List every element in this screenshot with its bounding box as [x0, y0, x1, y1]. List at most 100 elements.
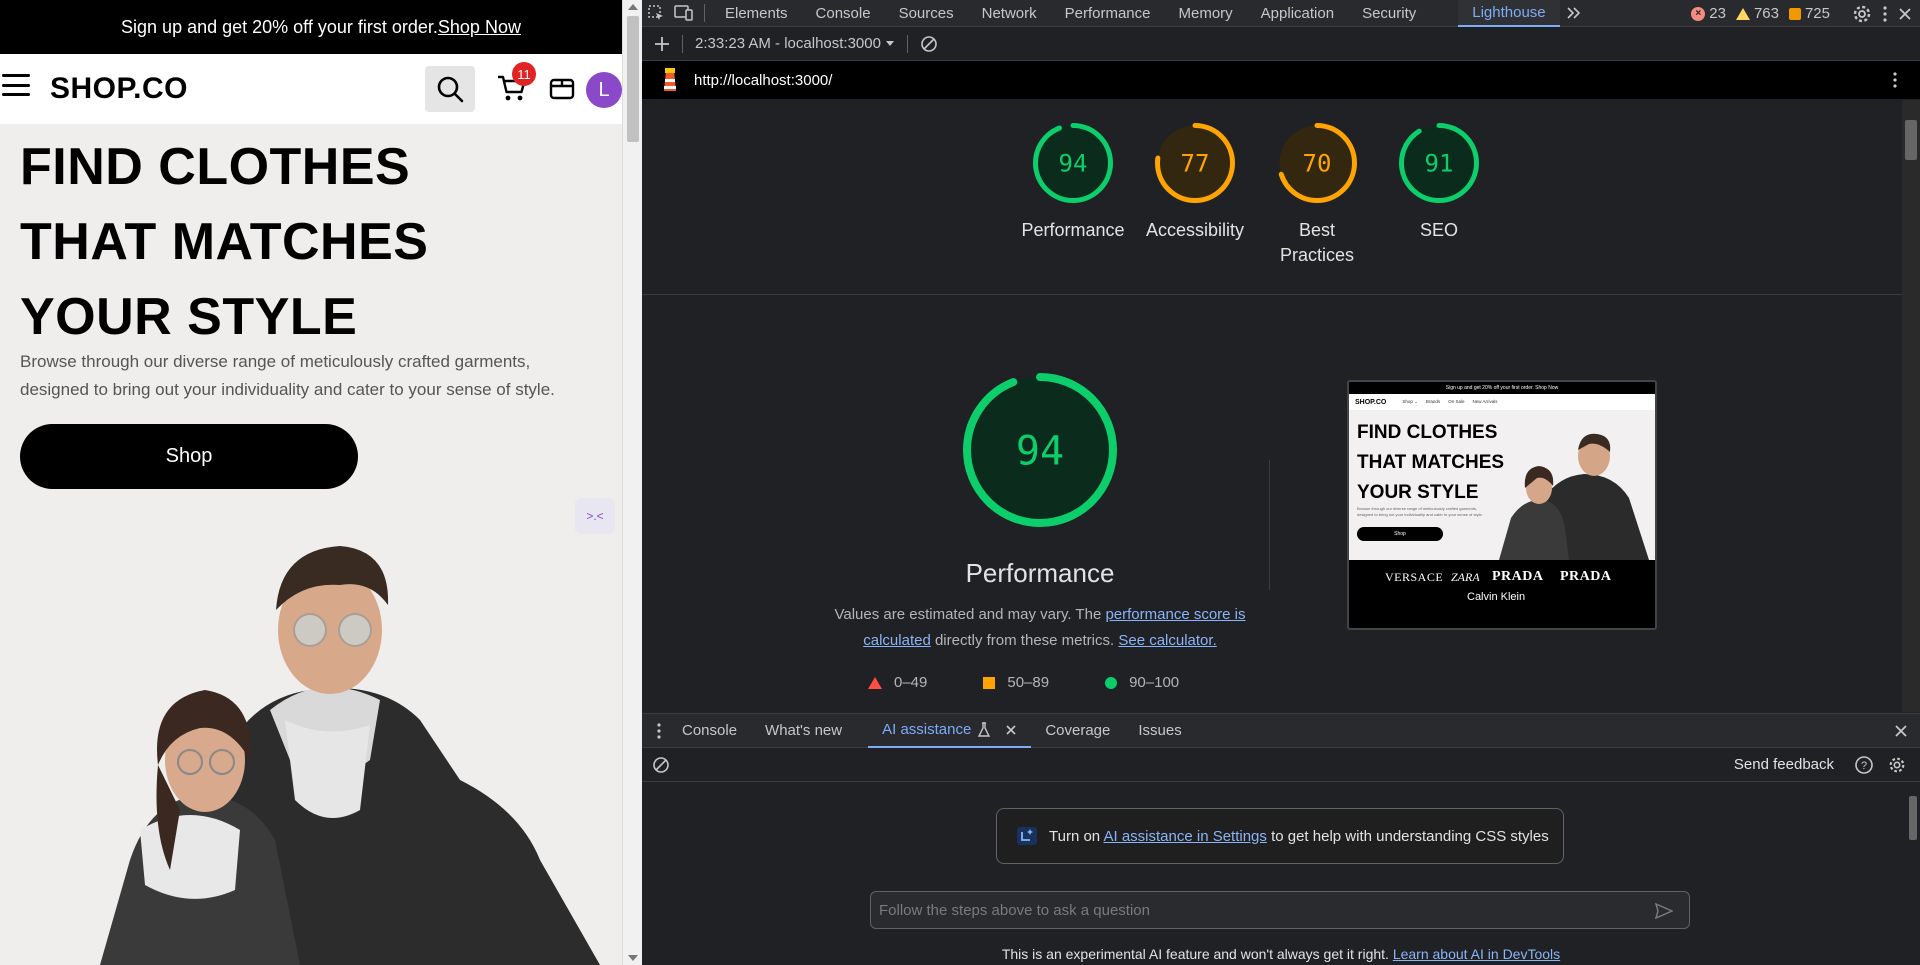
- promo-text: Sign up and get 20% off your first order…: [121, 16, 438, 37]
- thumb-logo: SHOP.CO: [1355, 398, 1387, 406]
- legend-label: 0–49: [894, 674, 928, 691]
- scrollbar-thumb[interactable]: [627, 16, 639, 142]
- drawer-tab-console[interactable]: Console: [668, 714, 751, 748]
- error-counter[interactable]: × 23: [1691, 5, 1726, 22]
- thumb-nav-item: Brands: [1425, 399, 1441, 404]
- score-gauge-best-practices[interactable]: 70 Best Practices: [1276, 122, 1358, 268]
- search-icon: [437, 76, 464, 103]
- scroll-up-arrow-icon[interactable]: [628, 4, 638, 10]
- gauge-ring: 70: [1277, 123, 1357, 203]
- learn-about-ai-link[interactable]: Learn about AI in DevTools: [1393, 946, 1560, 962]
- score-gauge-accessibility[interactable]: 77 Accessibility: [1146, 122, 1244, 268]
- page-screenshot-thumbnail[interactable]: Sign up and get 20% off your first order…: [1347, 380, 1657, 630]
- drawer-scrollbar[interactable]: [1907, 784, 1919, 864]
- more-options-icon[interactable]: [1882, 5, 1888, 23]
- report-divider: [642, 294, 1902, 295]
- search-button[interactable]: [425, 66, 475, 112]
- gauge-score-value: 77: [1181, 150, 1210, 178]
- clear-chat-icon[interactable]: [652, 756, 670, 774]
- ai-settings-banner: Turn on AI assistance in Settings to get…: [996, 808, 1564, 864]
- report-scrollbar[interactable]: [1902, 100, 1920, 712]
- warning-counter[interactable]: 763: [1735, 5, 1779, 22]
- ai-settings-link[interactable]: AI assistance in Settings: [1103, 828, 1266, 845]
- score-gauge-performance[interactable]: 94 Performance: [1021, 122, 1125, 268]
- thumb-models-image: [1499, 433, 1649, 560]
- close-tab-icon[interactable]: [1005, 724, 1017, 736]
- drawer-tab-label: AI assistance: [882, 721, 972, 738]
- toolbar-separator: [682, 34, 683, 53]
- hero-title-line: YOUR STYLE: [20, 288, 358, 346]
- send-icon[interactable]: [1655, 903, 1673, 919]
- tab-console[interactable]: Console: [802, 0, 885, 27]
- tab-performance[interactable]: Performance: [1051, 0, 1165, 27]
- thumb-hero-title: FIND CLOTHES THAT MATCHES YOUR STYLE: [1357, 418, 1504, 508]
- tab-application[interactable]: Application: [1247, 0, 1348, 27]
- drawer-menu-icon[interactable]: [656, 722, 662, 740]
- promo-bar: Sign up and get 20% off your first order…: [0, 0, 642, 54]
- toolbar-separator: [906, 34, 908, 53]
- scrollbar-thumb[interactable]: [1909, 796, 1917, 840]
- send-feedback-button[interactable]: Send feedback: [1734, 756, 1834, 773]
- new-report-plus-icon[interactable]: [654, 36, 670, 52]
- gauge-ring: 91: [1399, 123, 1479, 203]
- help-icon[interactable]: ?: [1854, 755, 1874, 775]
- banner-text: Turn on AI assistance in Settings to get…: [1049, 828, 1549, 845]
- drawer-tab-issues[interactable]: Issues: [1124, 714, 1195, 748]
- clear-reports-icon[interactable]: [920, 35, 938, 53]
- issues-counter[interactable]: 725: [1788, 5, 1830, 22]
- more-tabs-chevron-icon[interactable]: [1560, 0, 1588, 27]
- tab-security[interactable]: Security: [1348, 0, 1430, 27]
- lighthouse-logo-icon: [664, 68, 676, 91]
- close-drawer-icon[interactable]: [1894, 724, 1908, 738]
- ai-settings-gear-icon[interactable]: [1888, 756, 1906, 774]
- scrollbar-thumb[interactable]: [1905, 120, 1917, 160]
- tab-lighthouse[interactable]: Lighthouse: [1458, 0, 1560, 27]
- lighthouse-url-bar: http://localhost:3000/: [642, 61, 1920, 99]
- ai-toolbar: Send feedback ?: [642, 748, 1920, 782]
- legend-average: 50–89: [983, 674, 1049, 691]
- device-toolbar-icon[interactable]: [670, 0, 698, 27]
- thumb-nav-item: New Arrivals: [1472, 399, 1498, 404]
- banner-prefix: Turn on: [1049, 827, 1104, 845]
- legend-pass: 90–100: [1105, 674, 1179, 691]
- gauge-label: Best Practices: [1279, 220, 1355, 265]
- report-selector[interactable]: 2:33:23 AM - localhost:3000: [695, 35, 881, 52]
- hamburger-menu-icon[interactable]: [2, 74, 30, 96]
- tab-memory[interactable]: Memory: [1165, 0, 1247, 27]
- site-header: SHOP.CO 11 L: [0, 54, 642, 124]
- note-text: directly from these metrics.: [930, 632, 1119, 649]
- svg-text:?: ?: [1861, 760, 1867, 772]
- thumb-title-line: FIND CLOTHES: [1357, 422, 1498, 443]
- gauge-label: SEO: [1419, 220, 1458, 240]
- report-menu-icon[interactable]: [1892, 71, 1898, 89]
- site-logo[interactable]: SHOP.CO: [50, 72, 188, 106]
- tab-sources[interactable]: Sources: [885, 0, 968, 27]
- scroll-down-arrow-icon[interactable]: [628, 955, 638, 961]
- legend-fail: 0–49: [868, 674, 927, 691]
- inspect-element-icon[interactable]: [642, 0, 670, 27]
- score-gauge-seo[interactable]: 91 SEO: [1398, 122, 1480, 268]
- settings-gear-icon[interactable]: [1852, 4, 1872, 24]
- gauge-label: Performance: [1021, 220, 1125, 240]
- vertical-divider: [1269, 460, 1270, 590]
- report-dropdown-arrow-icon[interactable]: [885, 40, 895, 48]
- floating-widget[interactable]: >.<: [575, 498, 615, 534]
- user-avatar[interactable]: L: [586, 72, 622, 108]
- tab-elements[interactable]: Elements: [711, 0, 802, 27]
- legend-label: 50–89: [1007, 674, 1050, 691]
- website-scrollbar[interactable]: [622, 0, 642, 965]
- tab-network[interactable]: Network: [968, 0, 1051, 27]
- performance-note: Values are estimated and may vary. The p…: [832, 602, 1248, 654]
- ai-question-input[interactable]: Follow the steps above to ask a question: [870, 891, 1690, 929]
- promo-shop-now-link[interactable]: Shop Now: [438, 17, 521, 38]
- drawer-tab-whats-new[interactable]: What's new: [751, 714, 856, 748]
- close-devtools-icon[interactable]: [1898, 7, 1912, 21]
- drawer-tab-ai-assistance[interactable]: AI assistance: [868, 714, 1032, 748]
- drawer-tab-coverage[interactable]: Coverage: [1031, 714, 1124, 748]
- see-calculator-link[interactable]: See calculator.: [1118, 632, 1216, 649]
- orders-box-icon[interactable]: [548, 74, 576, 102]
- shop-button[interactable]: Shop: [20, 424, 358, 489]
- toolbar-separator: [704, 4, 705, 22]
- report-url[interactable]: http://localhost:3000/: [694, 72, 832, 89]
- hero-description: Browse through our diverse range of meti…: [20, 352, 555, 399]
